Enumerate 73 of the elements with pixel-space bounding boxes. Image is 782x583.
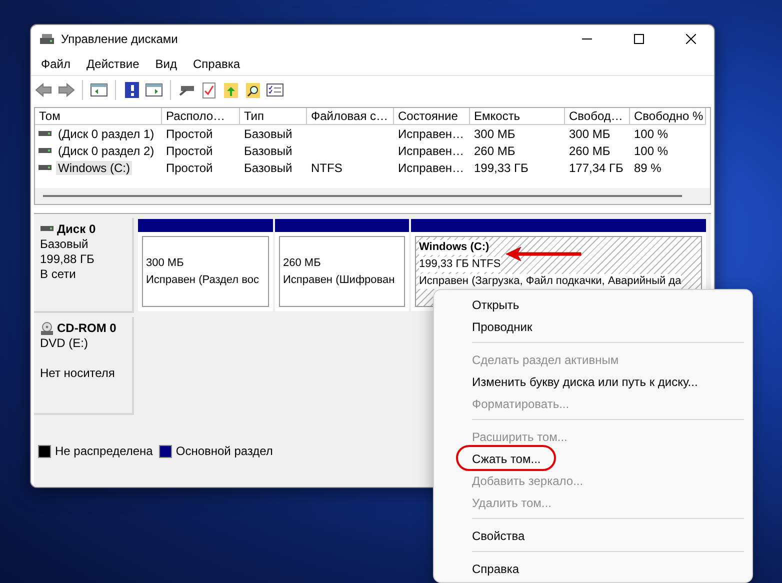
table-cell-text: 260 МБ: [568, 142, 612, 159]
column-header[interactable]: Располо…: [162, 108, 240, 125]
drive-icon: [38, 128, 52, 139]
table-cell-text: Исправен…: [397, 160, 466, 176]
table-cell-text: Исправен…: [397, 142, 466, 159]
menu-item[interactable]: Справка: [185, 57, 248, 71]
column-header[interactable]: Файловая с…: [307, 108, 394, 125]
partition-block[interactable]: 300 МБ Исправен (Раздел вос: [142, 236, 269, 307]
volume-name[interactable]: (Диск 0 раздел 1): [56, 126, 156, 140]
table-cell-text: Базовый: [243, 142, 294, 159]
folder-search-icon[interactable]: [244, 80, 262, 98]
partition-label: Windows (C:): [419, 240, 490, 255]
menu-item[interactable]: Свойства: [434, 524, 752, 546]
volume-name[interactable]: (Диск 0 раздел 2): [56, 144, 156, 158]
table-cell-text: NTFS: [310, 160, 344, 176]
menu-item[interactable]: Вид: [147, 57, 185, 71]
table-cell-text: 199,33 ГБ: [473, 160, 530, 176]
drive-icon: [38, 162, 52, 173]
table-cell-text: 100 %: [633, 126, 670, 142]
menu-item[interactable]: Сжать том...: [434, 447, 752, 469]
column-header[interactable]: Том: [35, 108, 162, 125]
disk-management-icon: [39, 32, 55, 46]
table-cell-text: Простой: [165, 126, 214, 142]
table-cell-text: Базовый: [243, 126, 294, 142]
horizontal-scrollbar[interactable]: [35, 188, 710, 204]
menu-item[interactable]: Справка: [434, 557, 752, 579]
disk-name: Диск 0: [57, 222, 96, 237]
legend-label: Основной раздел: [176, 444, 273, 458]
back-arrow-icon[interactable]: [35, 80, 53, 98]
column-header[interactable]: Свободно %: [630, 108, 706, 125]
checklist-icon[interactable]: [200, 80, 218, 98]
disk-detail: DVD (E:): [40, 336, 89, 351]
legend-label: Не распределена: [55, 444, 153, 458]
table-cell-text: Исправен…: [397, 126, 466, 142]
partition-status: Исправен (Раздел вос: [146, 272, 259, 288]
disk-detail: Базовый: [40, 237, 90, 252]
table-cell-text: Простой: [165, 160, 214, 176]
volume-name[interactable]: Windows (C:): [56, 160, 132, 174]
column-header[interactable]: Состояние: [394, 108, 470, 125]
table-cell-text: Простой: [165, 142, 214, 159]
drive-icon: [38, 145, 52, 156]
disk-detail: 199,88 ГБ: [40, 252, 96, 267]
properties-icon[interactable]: [266, 80, 284, 98]
disk-info-panel[interactable]: Диск 0 Базовый 199,88 ГБ В сети: [34, 218, 134, 313]
disk-status: В сети: [40, 267, 77, 282]
close-icon: [686, 34, 696, 44]
cd-drive-icon: [40, 322, 54, 335]
menu-item[interactable]: Действие: [78, 57, 148, 71]
column-header[interactable]: Тип: [240, 108, 307, 125]
partition-size: 199,33 ГБ NTFS: [419, 257, 501, 272]
partition-status: Исправен (Загрузка, Файл подкачки, Аварийный да: [419, 274, 682, 289]
partition-status: Исправен (Шифрован: [283, 272, 395, 288]
table-cell-text: Базовый: [243, 160, 294, 176]
disk-info-panel[interactable]: CD-ROM 0 DVD (E:) Нет носителя: [34, 317, 134, 415]
forward-arrow-icon[interactable]: [57, 80, 75, 98]
table-cell-text: 300 МБ: [568, 126, 612, 142]
disk-status: Нет носителя: [40, 366, 116, 381]
table-cell-text: 100 %: [633, 142, 670, 159]
table-cell-text: 300 МБ: [473, 126, 516, 142]
window-title: Управление дисками: [61, 32, 179, 46]
maximize-icon: [634, 34, 644, 44]
panel-icon[interactable]: [145, 80, 163, 98]
menu-item[interactable]: Изменить букву диска или путь к диску...: [434, 370, 752, 392]
column-header[interactable]: Емкость: [470, 108, 565, 125]
menu-item[interactable]: Файл: [33, 57, 79, 71]
disk-name: CD-ROM 0: [57, 321, 116, 336]
table-cell-text: 89 %: [633, 160, 662, 176]
partition-block[interactable]: 260 МБ Исправен (Шифрован: [279, 236, 405, 307]
column-header[interactable]: Свобод…: [565, 108, 630, 125]
table-cell-text: 177,34 ГБ: [568, 160, 624, 176]
panel-icon[interactable]: [90, 80, 108, 98]
menu-item[interactable]: Проводник: [434, 315, 752, 337]
table-cell-text: 260 МБ: [473, 142, 516, 159]
